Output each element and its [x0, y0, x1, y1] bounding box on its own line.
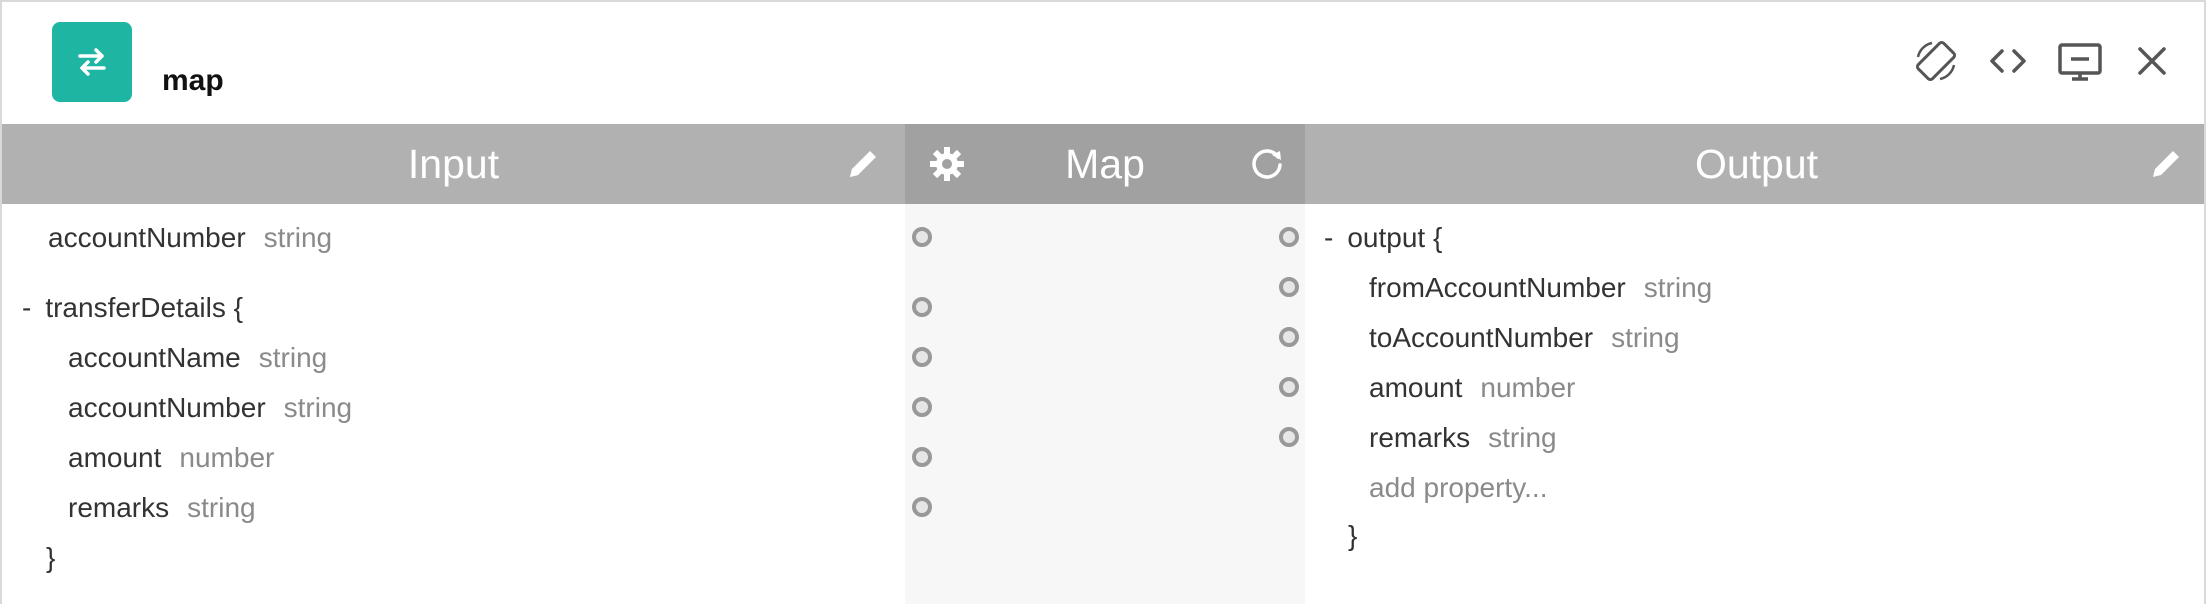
output-column-label: Output — [1694, 140, 1819, 187]
input-port[interactable] — [912, 397, 932, 417]
output-port[interactable] — [1279, 327, 1299, 347]
output-object-output: - output { — [1324, 221, 1442, 255]
input-field-remarks[interactable]: remarks string — [68, 491, 256, 525]
output-field-remarks[interactable]: remarks string — [1369, 421, 1557, 455]
field-name: remarks — [68, 492, 170, 523]
object-name: output — [1347, 222, 1426, 253]
monitor-icon[interactable] — [2054, 35, 2106, 87]
map-area — [905, 204, 1305, 604]
field-type: string — [1643, 272, 1713, 303]
field-type: number — [1480, 372, 1576, 403]
field-type: string — [1488, 422, 1557, 453]
field-name: remarks — [1369, 422, 1471, 453]
output-column-header: Output — [1305, 124, 2204, 204]
input-port[interactable] — [912, 347, 932, 367]
field-name: fromAccountNumber — [1369, 272, 1626, 303]
refresh-icon[interactable] — [1245, 142, 1289, 186]
field-name: accountNumber — [68, 392, 266, 423]
add-property-link[interactable]: add property... — [1369, 471, 1547, 505]
map-column-header: Map — [905, 124, 1305, 204]
field-type: number — [179, 442, 275, 473]
rotate-icon[interactable] — [1910, 35, 1962, 87]
input-field-amount[interactable]: amount number — [68, 441, 274, 475]
close-icon[interactable] — [2126, 35, 2178, 87]
collapse-toggle[interactable]: - — [22, 292, 31, 323]
open-brace: { — [233, 292, 243, 323]
code-icon[interactable] — [1982, 35, 2034, 87]
input-port[interactable] — [912, 497, 932, 517]
input-field-accountname[interactable]: accountName string — [68, 341, 327, 375]
input-object-transferdetails: - transferDetails { — [22, 291, 243, 325]
swap-arrows-icon — [52, 22, 132, 102]
output-port[interactable] — [1279, 277, 1299, 297]
output-field-toaccountnumber[interactable]: toAccountNumber string — [1369, 321, 1680, 355]
field-type: string — [263, 222, 333, 253]
pencil-icon[interactable] — [2144, 142, 2188, 186]
pencil-icon[interactable] — [841, 142, 885, 186]
field-name: amount — [1369, 372, 1463, 403]
map-editor-window: map Input Map Output accountNumber strin… — [0, 0, 2206, 604]
field-type: string — [283, 392, 353, 423]
open-brace: { — [1432, 222, 1443, 253]
field-name: accountNumber — [48, 222, 246, 253]
gear-icon[interactable] — [925, 142, 969, 186]
input-port[interactable] — [912, 297, 932, 317]
input-port[interactable] — [912, 227, 932, 247]
field-name: accountName — [68, 342, 241, 373]
output-field-fromaccountnumber[interactable]: fromAccountNumber string — [1369, 271, 1712, 305]
output-port[interactable] — [1279, 427, 1299, 447]
input-field-accountnumber-nested[interactable]: accountNumber string — [68, 391, 352, 425]
close-brace: } — [1348, 520, 1358, 551]
field-name: toAccountNumber — [1369, 322, 1594, 353]
add-property-label[interactable]: add property... — [1369, 472, 1547, 503]
map-column-label: Map — [1065, 140, 1145, 187]
input-field-accountnumber[interactable]: accountNumber string — [48, 221, 332, 255]
page-title: map — [162, 64, 224, 97]
collapse-toggle[interactable]: - — [1324, 222, 1333, 253]
output-field-amount[interactable]: amount number — [1369, 371, 1575, 405]
input-port[interactable] — [912, 447, 932, 467]
output-port[interactable] — [1279, 227, 1299, 247]
object-name: transferDetails — [45, 292, 226, 323]
field-type: string — [258, 342, 328, 373]
field-type: string — [187, 492, 256, 523]
window-header: map — [2, 2, 2204, 124]
input-column-label: Input — [407, 140, 500, 187]
input-column-header: Input — [2, 124, 905, 204]
toolbar — [1910, 34, 2178, 88]
close-brace: } — [46, 542, 56, 573]
field-type: string — [1611, 322, 1680, 353]
output-port[interactable] — [1279, 377, 1299, 397]
field-name: amount — [68, 442, 162, 473]
